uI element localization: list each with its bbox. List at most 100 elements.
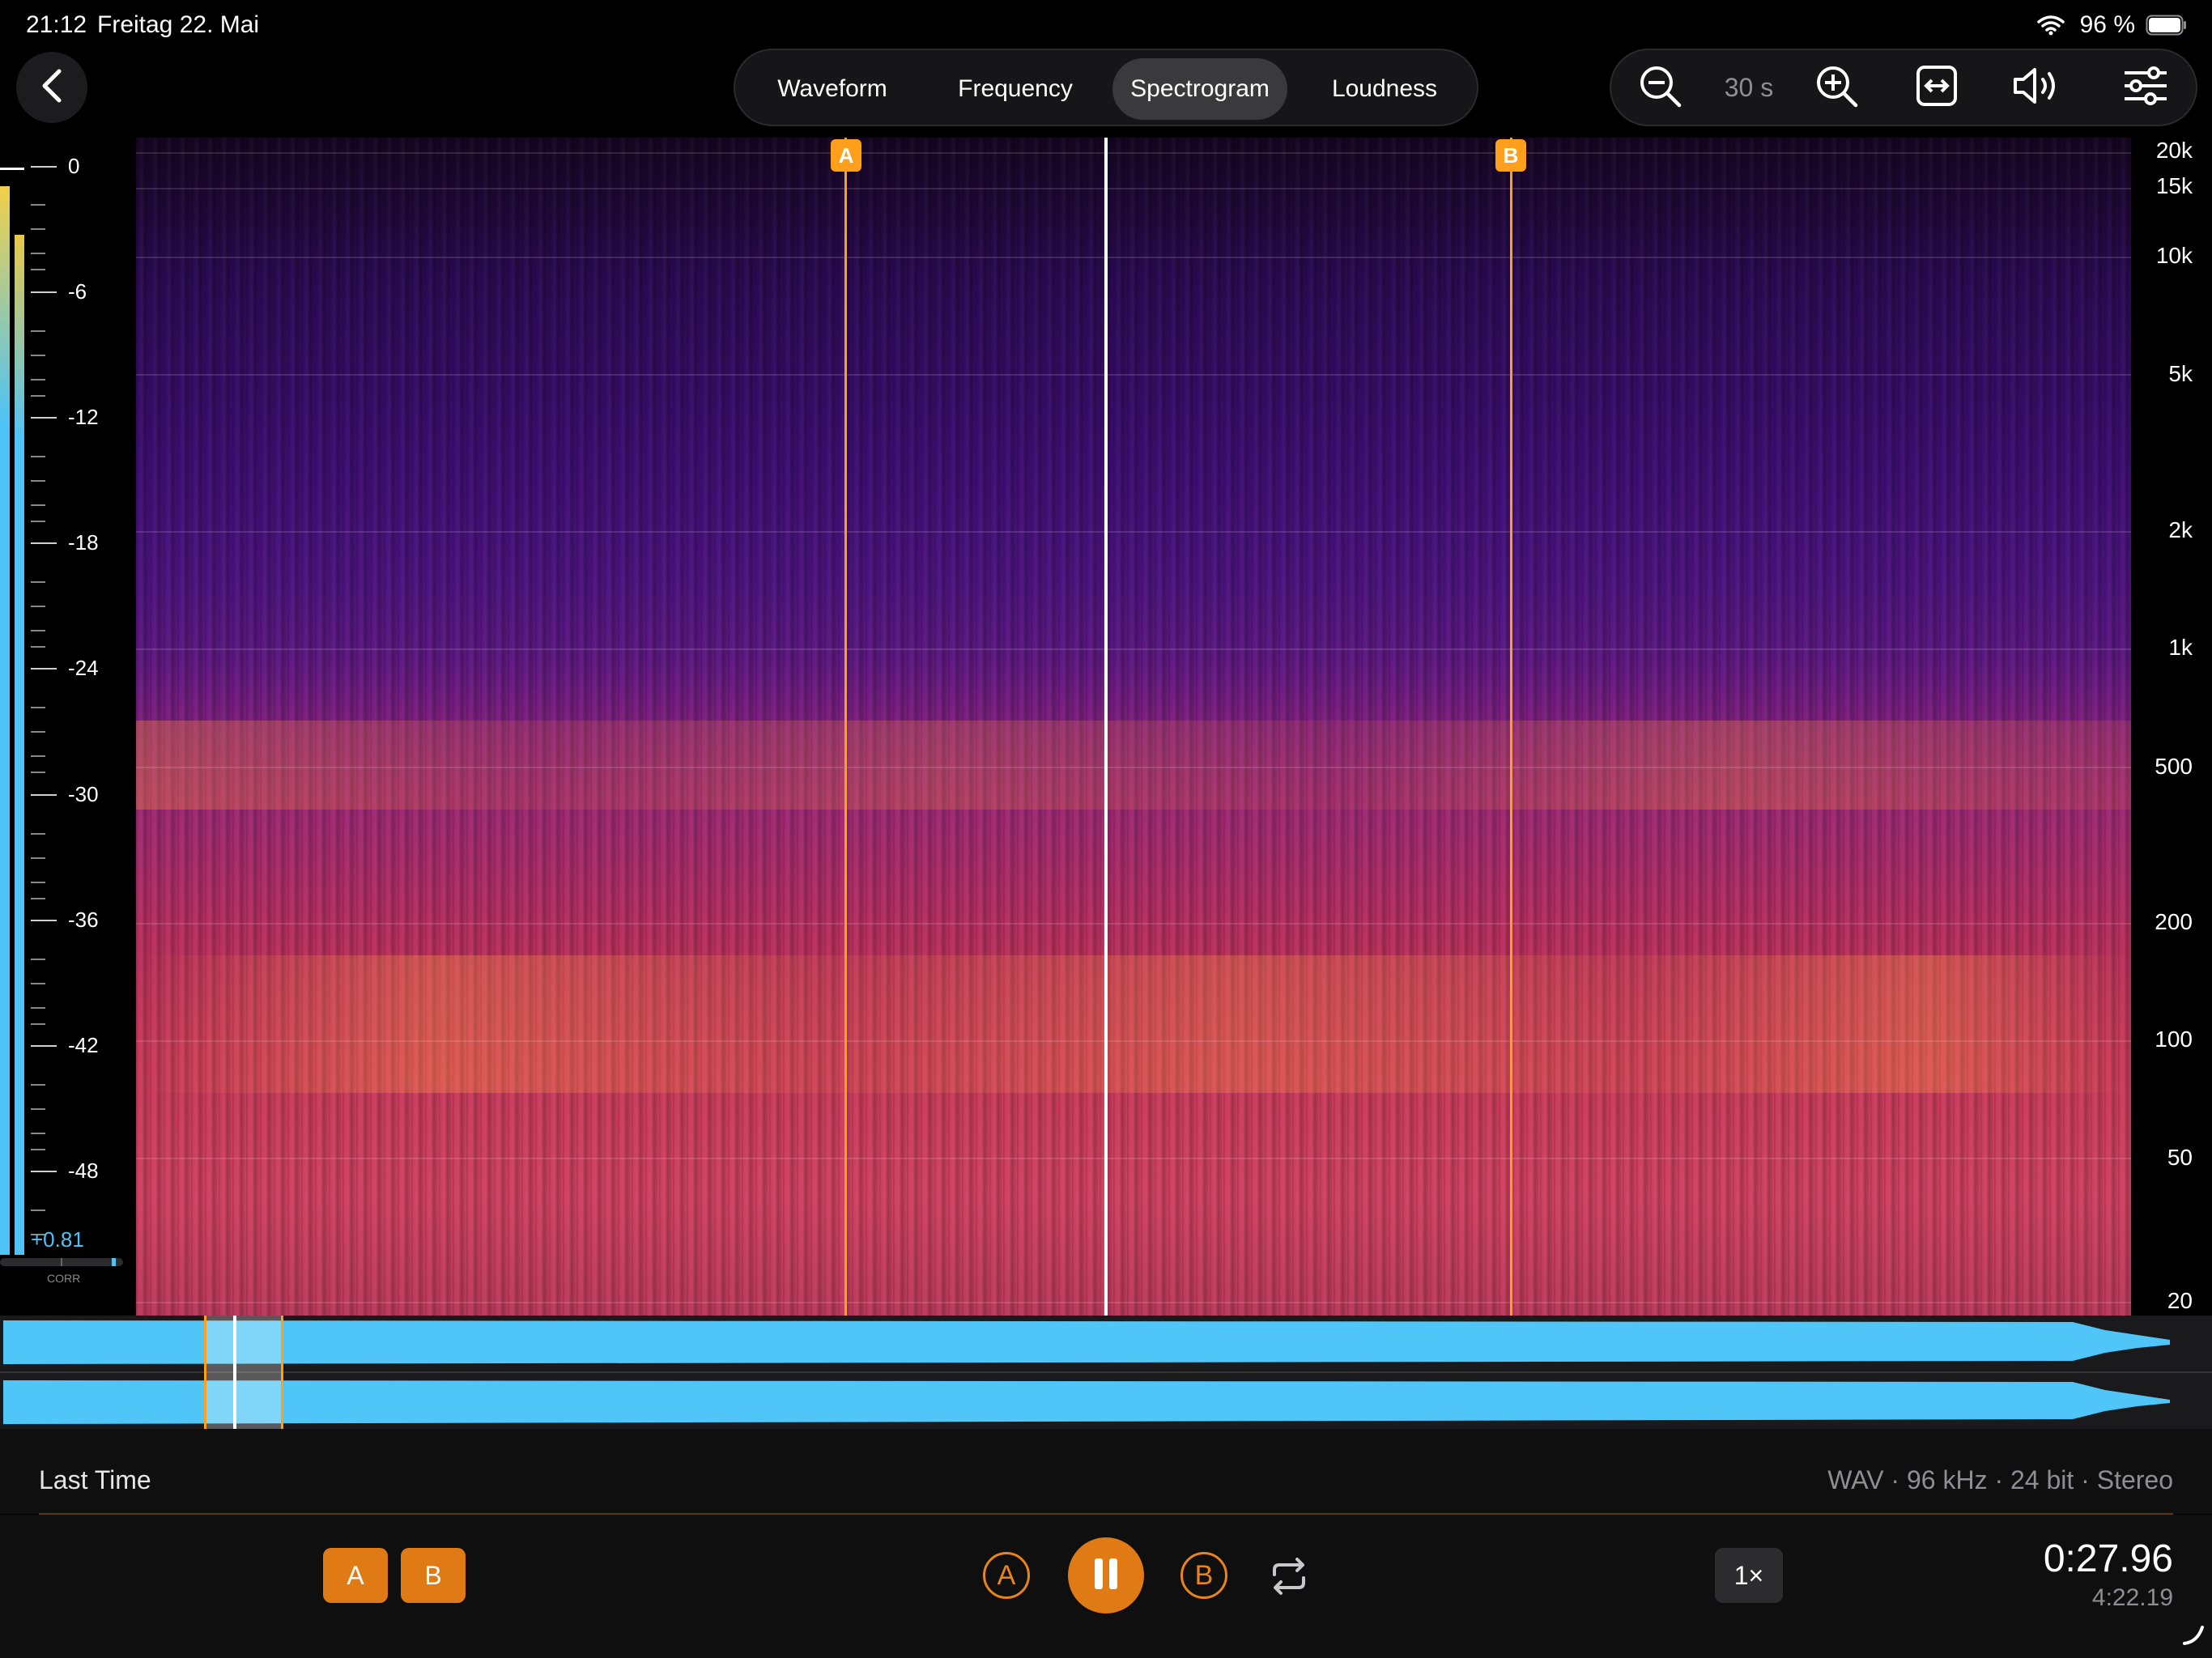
playback-speed-button[interactable]: 1× (1715, 1548, 1783, 1603)
set-b-button[interactable]: B (401, 1548, 466, 1603)
db-minor-tick (31, 504, 45, 506)
db-minor-tick (31, 731, 45, 733)
view-tabs: Waveform Frequency Spectrogram Loudness (734, 49, 1478, 126)
freq-gridline (136, 152, 2131, 154)
db-tick (31, 417, 57, 419)
db-minor-tick (31, 1084, 45, 1086)
db-minor-tick (31, 253, 45, 254)
freq-label-10k: 10k (2155, 243, 2193, 268)
rms-bar (15, 235, 24, 1255)
pause-icon (1092, 1556, 1120, 1596)
freq-gridline (136, 767, 2131, 768)
freq-gridline (136, 648, 2131, 650)
marker-a-flag[interactable]: A (831, 139, 861, 172)
chevron-left-icon (40, 68, 64, 108)
status-date: Freitag 22. Mai (97, 11, 260, 38)
freq-gridline (136, 923, 2131, 925)
db-tick (31, 166, 57, 168)
battery-percent: 96 % (2079, 11, 2135, 38)
play-pause-button[interactable] (1068, 1537, 1144, 1613)
freq-label-20k: 20k (2155, 138, 2193, 163)
repeat-icon (1268, 1558, 1310, 1601)
file-format: WAV · 96 kHz · 24 bit · Stereo (1827, 1465, 2173, 1494)
db-minor-tick (31, 1133, 45, 1134)
db-label: -42 (68, 1033, 99, 1057)
db-minor-tick (31, 898, 45, 899)
zoom-in-button[interactable] (1804, 50, 1869, 125)
marker-b-line[interactable] (1510, 138, 1512, 1316)
freq-label-500: 500 (2155, 754, 2193, 779)
fit-width-button[interactable] (1904, 50, 1969, 125)
db-minor-tick (31, 959, 45, 960)
overview-waveform[interactable] (0, 1316, 2212, 1429)
correlation-value: +0.81 (31, 1227, 84, 1252)
db-minor-tick (31, 395, 45, 397)
ab-loop-region[interactable] (204, 1316, 283, 1429)
freq-gridline (136, 1040, 2131, 1042)
loop-button[interactable] (1268, 1555, 1310, 1601)
freq-gridline (136, 188, 2131, 189)
db-minor-tick (31, 204, 45, 206)
db-label: -12 (68, 405, 99, 429)
db-minor-tick (31, 269, 45, 270)
level-meter: 0 -6 -12 -18 -24 -30 -36 -42 -48 (0, 142, 134, 1299)
playhead[interactable] (1104, 138, 1108, 1316)
waveform-channel-left (3, 1320, 2170, 1364)
freq-label-100: 100 (2155, 1027, 2193, 1052)
marker-a-line[interactable] (844, 138, 847, 1316)
overview-marker-a (204, 1316, 206, 1429)
freq-gridline (136, 257, 2131, 258)
track-title: Last Time (39, 1465, 151, 1494)
speaker-icon (2012, 65, 2064, 111)
back-button[interactable] (16, 52, 87, 123)
db-tick (31, 542, 57, 544)
correlation-indicator (112, 1258, 116, 1266)
freq-gridline (136, 531, 2131, 533)
db-label: -6 (68, 279, 87, 304)
settings-button[interactable] (2105, 50, 2186, 125)
db-tick (31, 1045, 57, 1047)
marker-b-flag[interactable]: B (1495, 139, 1526, 172)
tab-loudness[interactable]: Loudness (1302, 58, 1467, 120)
freq-label-2k: 2k (2168, 517, 2193, 542)
zoom-out-button[interactable] (1627, 50, 1692, 125)
correlation-label: CORR (47, 1272, 81, 1285)
jump-to-b-button[interactable]: B (1180, 1552, 1227, 1599)
db-minor-tick (31, 521, 45, 522)
db-tick (31, 920, 57, 921)
db-minor-tick (31, 330, 45, 332)
tab-spectrogram[interactable]: Spectrogram (1112, 58, 1287, 120)
tab-frequency[interactable]: Frequency (933, 58, 1098, 120)
set-a-button[interactable]: A (323, 1548, 388, 1603)
db-minor-tick (31, 228, 45, 230)
db-label: -18 (68, 530, 99, 555)
spectrogram[interactable] (136, 138, 2131, 1316)
overview-playhead[interactable] (233, 1316, 236, 1429)
zoom-out-icon (1637, 63, 1682, 113)
db-minor-tick (31, 456, 45, 457)
battery-icon (2146, 15, 2188, 40)
correlation-center (61, 1258, 62, 1266)
freq-gridline (136, 1302, 2131, 1303)
jump-to-a-button[interactable]: A (983, 1552, 1030, 1599)
db-tick (31, 794, 57, 796)
peak-hold-line (0, 168, 24, 170)
toolbar: 30 s (1610, 49, 2197, 126)
db-label: -30 (68, 782, 99, 806)
freq-label-1k: 1k (2168, 635, 2193, 660)
settings-sliders-icon (2121, 65, 2170, 111)
resize-handle-icon (2181, 1622, 2206, 1651)
status-time: 21:12 (26, 11, 87, 38)
db-minor-tick (31, 581, 45, 583)
speaker-button[interactable] (2001, 50, 2074, 125)
db-label: -36 (68, 908, 99, 932)
status-bar (0, 0, 2212, 49)
db-minor-tick (31, 379, 45, 380)
freq-label-200: 200 (2155, 909, 2193, 934)
db-minor-tick (31, 857, 45, 859)
db-label: 0 (68, 154, 80, 178)
db-minor-tick (31, 355, 45, 356)
tab-waveform[interactable]: Waveform (750, 58, 915, 120)
zoom-level: 30 s (1724, 72, 1774, 102)
db-minor-tick (31, 1149, 45, 1150)
